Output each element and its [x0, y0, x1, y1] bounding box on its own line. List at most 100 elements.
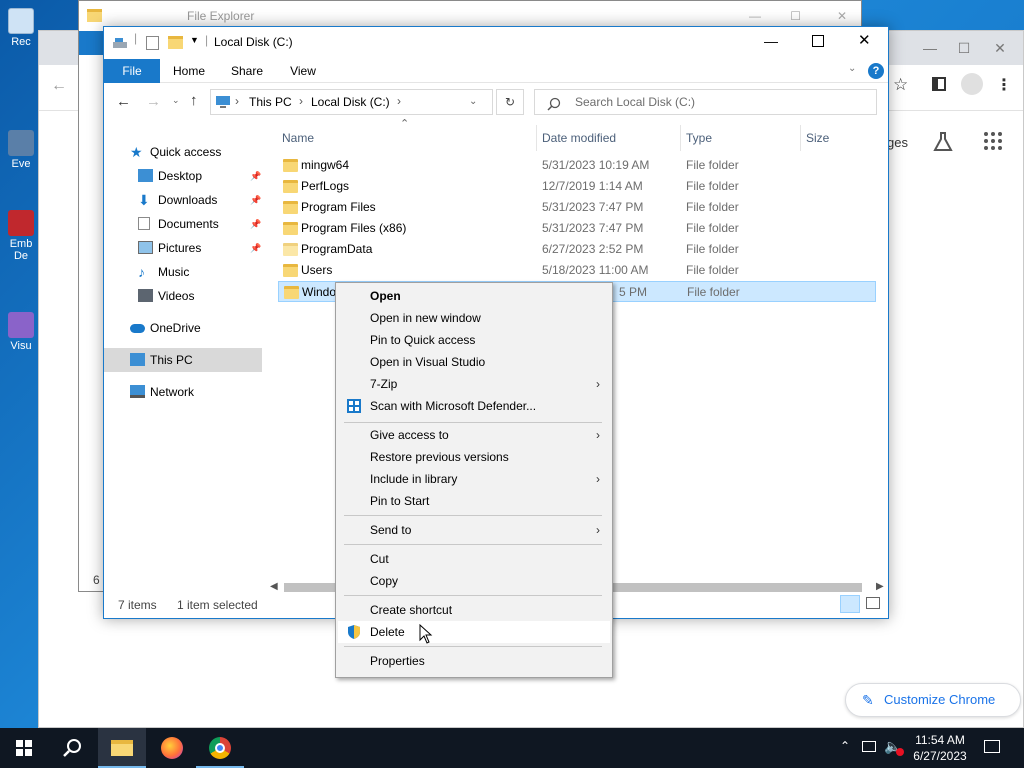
- minimize-icon[interactable]: —: [915, 37, 945, 59]
- desktop-icon-embedded[interactable]: Emb De: [4, 210, 38, 262]
- scroll-left-icon[interactable]: ◀: [270, 581, 278, 592]
- scroll-right-icon[interactable]: ▶: [876, 581, 884, 592]
- column-header-size[interactable]: Size: [806, 128, 829, 148]
- desktop-icon-visual-studio[interactable]: Visu: [4, 312, 38, 352]
- close-icon[interactable]: ✕: [858, 31, 871, 49]
- menu-item-pin-quick-access[interactable]: Pin to Quick access: [338, 329, 610, 351]
- tab-home[interactable]: Home: [164, 59, 214, 83]
- file-row[interactable]: PerfLogs 12/7/2019 1:14 AM File folder: [278, 176, 876, 197]
- menu-item-copy[interactable]: Copy: [338, 570, 610, 592]
- menu-item-send-to[interactable]: Send to ›: [338, 519, 610, 541]
- profile-avatar[interactable]: [961, 73, 983, 95]
- column-divider[interactable]: [536, 125, 537, 151]
- recent-locations-icon[interactable]: ⌄: [172, 95, 180, 106]
- menu-item-cut[interactable]: Cut: [338, 548, 610, 570]
- menu-item-include-library[interactable]: Include in library ›: [338, 468, 610, 490]
- title-bar: | ▼ | Local Disk (C:) — ✕: [104, 27, 888, 59]
- menu-item-open-new-window[interactable]: Open in new window: [338, 307, 610, 329]
- menu-item-7zip[interactable]: 7-Zip ›: [338, 373, 610, 395]
- close-icon[interactable]: ✕: [985, 37, 1015, 59]
- search-input[interactable]: Search Local Disk (C:): [534, 89, 877, 115]
- menu-item-open-visual-studio[interactable]: Open in Visual Studio: [338, 351, 610, 373]
- labs-flask-icon[interactable]: [932, 131, 954, 153]
- apps-grid-icon[interactable]: [983, 131, 1003, 151]
- properties-icon[interactable]: [146, 36, 159, 50]
- nav-item-desktop[interactable]: Desktop 📌: [138, 165, 262, 187]
- taskbar-file-explorer[interactable]: [98, 728, 146, 768]
- new-folder-icon[interactable]: [168, 36, 183, 49]
- forward-arrow-icon[interactable]: →: [146, 93, 161, 110]
- back-icon[interactable]: ←: [51, 77, 67, 95]
- pencil-icon: ✎: [862, 692, 874, 708]
- network-icon[interactable]: [862, 741, 876, 752]
- side-panel-icon[interactable]: [932, 77, 946, 91]
- back-arrow-icon[interactable]: ←: [116, 93, 131, 110]
- expand-ribbon-icon[interactable]: ⌄: [848, 63, 856, 74]
- nav-item-pictures[interactable]: Pictures 📌: [138, 237, 262, 259]
- file-row[interactable]: Users 5/18/2023 11:00 AM File folder: [278, 260, 876, 281]
- pictures-icon: [138, 241, 153, 254]
- column-divider[interactable]: [800, 125, 801, 151]
- menu-item-delete[interactable]: Delete: [338, 621, 610, 643]
- qat-dropdown-icon[interactable]: ▼: [190, 35, 199, 45]
- up-arrow-icon[interactable]: ↑: [190, 92, 198, 109]
- menu-item-give-access[interactable]: Give access to ›: [338, 424, 610, 446]
- nav-item-music[interactable]: ♪ Music: [138, 261, 189, 283]
- file-row[interactable]: ProgramData 6/27/2023 2:52 PM File folde…: [278, 239, 876, 260]
- nav-item-videos[interactable]: Videos: [138, 285, 194, 307]
- breadcrumb-this-pc[interactable]: This PC: [249, 95, 292, 109]
- folder-icon: [283, 201, 298, 214]
- nav-network[interactable]: Network: [130, 381, 194, 403]
- details-view-icon[interactable]: [840, 595, 860, 613]
- tab-file[interactable]: File: [104, 59, 160, 83]
- column-header-type[interactable]: Type: [686, 128, 712, 148]
- file-row[interactable]: Program Files (x86) 5/31/2023 7:47 PM Fi…: [278, 218, 876, 239]
- tab-view[interactable]: View: [280, 59, 326, 83]
- nav-item-documents[interactable]: Documents 📌: [138, 213, 262, 235]
- menu-item-restore-versions[interactable]: Restore previous versions: [338, 446, 610, 468]
- nav-this-pc[interactable]: This PC: [130, 349, 193, 371]
- notifications-icon[interactable]: [984, 740, 1000, 753]
- nav-quick-access[interactable]: ★ Quick access: [130, 141, 221, 163]
- menu-item-create-shortcut[interactable]: Create shortcut: [338, 599, 610, 621]
- clock-date[interactable]: 6/27/2023: [910, 748, 970, 764]
- bookmark-star-icon[interactable]: ☆: [893, 75, 908, 95]
- menu-item-open[interactable]: Open: [338, 285, 610, 307]
- file-row[interactable]: Program Files 5/31/2023 7:47 PM File fol…: [278, 197, 876, 218]
- menu-item-properties[interactable]: Properties: [338, 650, 610, 672]
- large-icons-view-icon[interactable]: [866, 597, 880, 609]
- start-button[interactable]: [0, 728, 48, 768]
- menu-icon[interactable]: ⋮: [996, 75, 1012, 95]
- breadcrumb-chevron-icon: ›: [235, 94, 239, 108]
- column-header-date[interactable]: Date modified: [542, 128, 616, 148]
- menu-item-pin-start[interactable]: Pin to Start: [338, 490, 610, 512]
- tab-share[interactable]: Share: [224, 59, 270, 83]
- clock-time[interactable]: 11:54 AM: [910, 732, 970, 748]
- column-divider[interactable]: [680, 125, 681, 151]
- refresh-icon[interactable]: ↻: [496, 89, 524, 115]
- minimize-icon[interactable]: —: [764, 33, 778, 49]
- maximize-icon[interactable]: ☐: [949, 37, 979, 59]
- taskbar-chrome[interactable]: [196, 728, 244, 768]
- search-button[interactable]: [48, 728, 96, 768]
- help-icon[interactable]: ?: [868, 63, 884, 79]
- desktop-icon-recycle-bin[interactable]: Rec: [4, 8, 38, 48]
- customize-chrome-button[interactable]: ✎ Customize Chrome: [845, 683, 1021, 717]
- file-row[interactable]: mingw64 5/31/2023 10:19 AM File folder: [278, 155, 876, 176]
- pc-icon: [215, 95, 231, 109]
- address-dropdown-icon[interactable]: ⌄: [469, 96, 477, 107]
- address-bar[interactable]: › This PC › Local Disk (C:) › ⌄: [210, 89, 493, 115]
- taskbar-firefox[interactable]: [148, 728, 196, 768]
- menu-item-scan-defender[interactable]: Scan with Microsoft Defender...: [338, 395, 610, 417]
- column-header-name[interactable]: Name: [282, 128, 314, 148]
- maximize-icon[interactable]: [812, 35, 824, 47]
- qat-divider: |: [205, 33, 209, 47]
- menu-item-label: Cut: [370, 552, 389, 566]
- show-hidden-icons-icon[interactable]: ⌃: [840, 739, 850, 753]
- search-icon: [547, 95, 561, 111]
- context-menu: Open Open in new window Pin to Quick acc…: [335, 282, 613, 678]
- nav-onedrive[interactable]: OneDrive: [130, 317, 201, 339]
- nav-item-downloads[interactable]: ⬇ Downloads 📌: [138, 189, 262, 211]
- breadcrumb-local-disk[interactable]: Local Disk (C:): [311, 95, 390, 109]
- desktop-icon-event-viewer[interactable]: Eve: [4, 130, 38, 170]
